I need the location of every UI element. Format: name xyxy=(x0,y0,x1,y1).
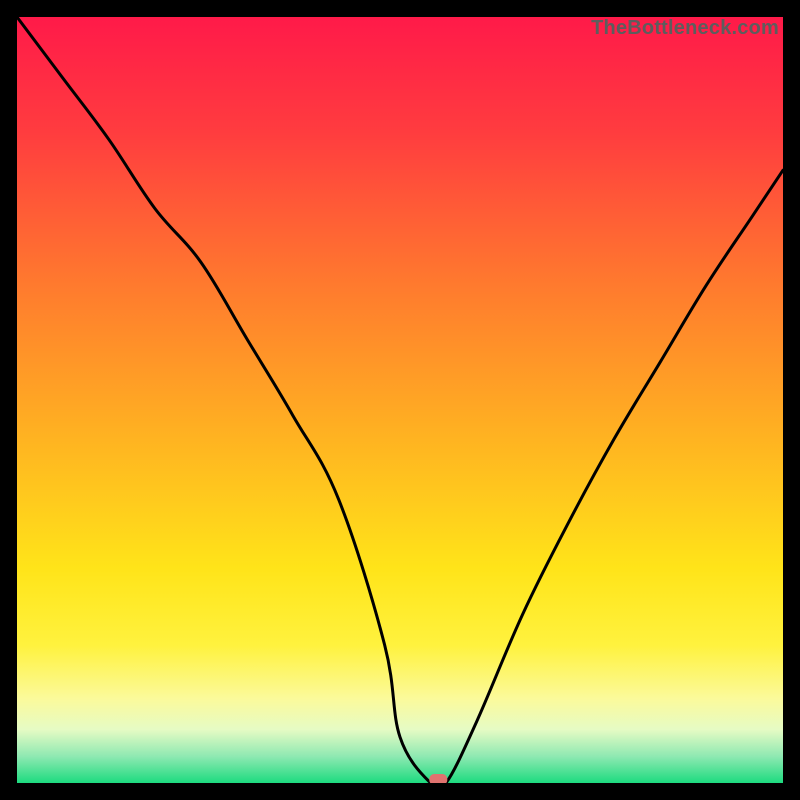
chart-stage: TheBottleneck.com xyxy=(0,0,800,800)
minimum-marker xyxy=(429,774,447,783)
gradient-background xyxy=(17,17,783,783)
watermark-text: TheBottleneck.com xyxy=(591,17,779,40)
plot-area: TheBottleneck.com xyxy=(17,17,783,783)
bottleneck-curve-chart xyxy=(17,17,783,783)
